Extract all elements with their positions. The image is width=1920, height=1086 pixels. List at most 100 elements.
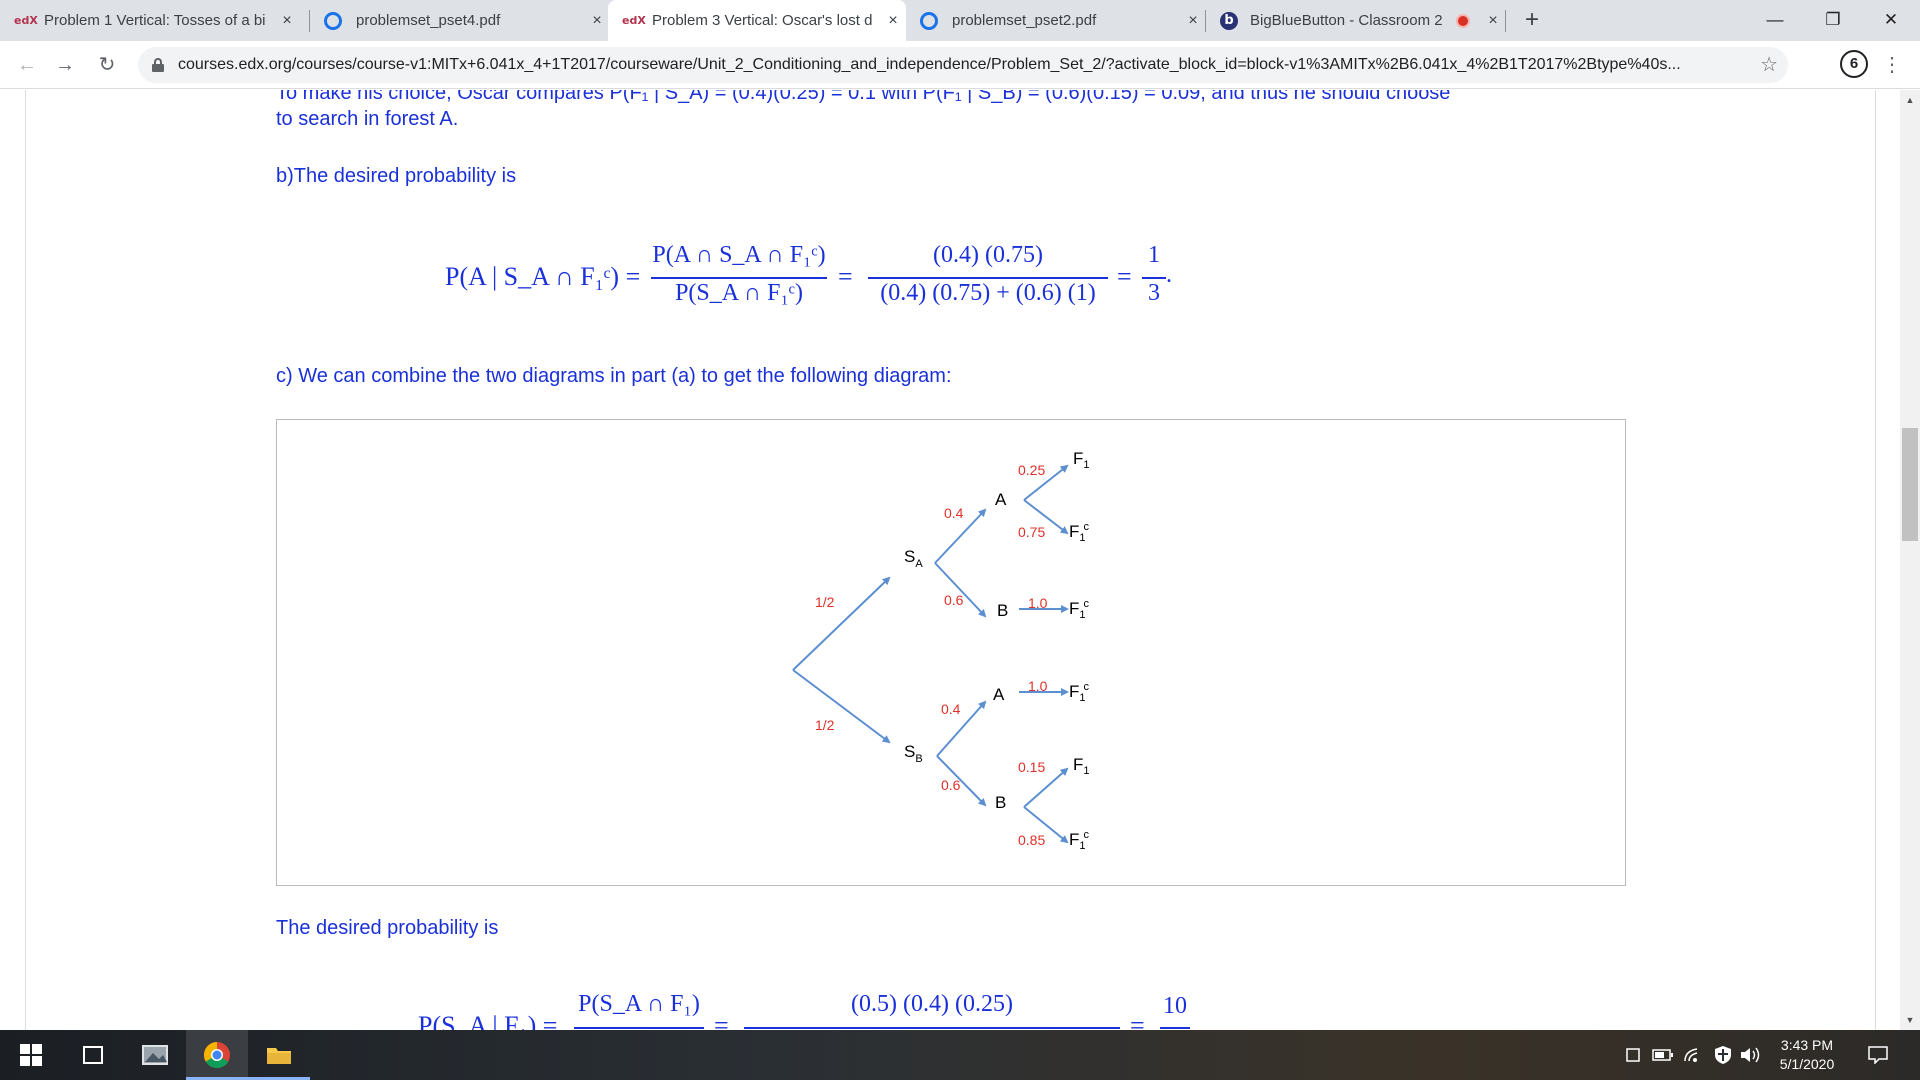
node-b1: B (997, 601, 1008, 620)
eq-b-equals: = (838, 262, 853, 291)
eq-c-equals: = (1130, 1011, 1145, 1030)
taskbar-file-explorer[interactable] (248, 1030, 310, 1080)
part-c-heading: c) We can combine the two diagrams in pa… (276, 365, 952, 387)
prob-sb-a: 0.4 (941, 701, 961, 717)
eq-c-lhs: P(S_A | F₁) = (418, 1011, 558, 1030)
extension-icon[interactable]: 6 (1840, 50, 1868, 78)
security-shield-icon[interactable] (1710, 1030, 1736, 1080)
prob-root-sb: 1/2 (815, 717, 835, 733)
tab-title: Problem 1 Vertical: Tosses of a bi (44, 12, 266, 29)
page-viewport: To make his choice, Oscar compares P(F₁ … (0, 90, 1900, 1030)
notifications-icon[interactable] (1858, 1030, 1898, 1080)
clock-date: 5/1/2020 (1779, 1056, 1835, 1072)
windows-taskbar: 3:43 PM 5/1/2020 (0, 1030, 1920, 1080)
prob-root-sa: 1/2 (815, 594, 835, 610)
fraction-bar (868, 277, 1108, 279)
eq-b-den2: (0.4) (0.75) + (0.6) (1) (880, 280, 1096, 306)
prob-sb-b: 0.6 (941, 777, 961, 793)
fraction-bar (574, 1027, 704, 1029)
leaf-f1: F1 (1073, 755, 1090, 777)
windows-logo-icon (20, 1044, 42, 1066)
tab-close-icon[interactable]: × (584, 12, 610, 30)
taskbar-app-pinned[interactable] (124, 1030, 186, 1080)
tab-pset2-pdf[interactable]: problemset_pset2.pdf × (906, 0, 1206, 41)
page-scrollbar[interactable] (1900, 90, 1920, 1030)
eq-b-num1: P(A ∩ S_A ∩ F₁ᶜ) (652, 242, 826, 268)
tray-window-icon[interactable] (1622, 1030, 1644, 1080)
eq-b-den3: 3 (1148, 280, 1160, 306)
branch-sa-b (934, 562, 987, 618)
eq-b-num2: (0.4) (0.75) (933, 242, 1043, 268)
minimize-button[interactable]: — (1746, 0, 1804, 41)
eq-b-equals: = (1117, 262, 1132, 291)
probability-tree-figure: 1/2 1/2 0.4 0.6 0.4 0.6 0.25 0.75 1.0 1.… (276, 419, 1626, 886)
address-bar[interactable]: courses.edx.org/courses/course-v1:MITx+6… (138, 47, 1788, 83)
fraction-bar (744, 1027, 1120, 1029)
tab-problem-3-active[interactable]: edX Problem 3 Vertical: Oscar's lost d × (608, 0, 906, 41)
probability-tree-diagram: 1/2 1/2 0.4 0.6 0.4 0.6 0.25 0.75 1.0 1.… (792, 449, 1090, 852)
folder-icon (267, 1048, 291, 1064)
wifi-icon[interactable] (1680, 1030, 1706, 1080)
eq-c-equals: = (714, 1011, 729, 1030)
leaf-f1c: F1c (1069, 598, 1090, 621)
url-text[interactable]: courses.edx.org/courses/course-v1:MITx+6… (178, 47, 1738, 83)
eq-c-num1: P(S_A ∩ F₁) (578, 991, 700, 1017)
bookmark-star-icon[interactable]: ☆ (1760, 47, 1778, 83)
content-border (25, 90, 26, 1030)
prob-sa-b: 0.6 (944, 592, 964, 608)
node-a2: A (993, 685, 1005, 704)
tab-problem-1[interactable]: edX Problem 1 Vertical: Tosses of a bi × (0, 0, 300, 41)
tab-bigbluebutton[interactable]: b BigBlueButton - Classroom 2 × (1206, 0, 1506, 41)
taskbar-chrome[interactable] (186, 1030, 248, 1080)
solution-text: to search in forest A. (276, 108, 459, 130)
leaf-f1c: F1c (1069, 521, 1090, 544)
branch-root-sb (792, 669, 891, 744)
tab-close-icon[interactable]: × (880, 12, 906, 30)
bigbluebutton-icon: b (1220, 11, 1238, 30)
browser-menu-icon[interactable]: ⋮ (1882, 49, 1902, 81)
task-view-button[interactable] (62, 1030, 124, 1080)
window-close-button[interactable]: ✕ (1862, 0, 1920, 41)
browser-toolbar: ← → ↻ courses.edx.org/courses/course-v1:… (0, 41, 1920, 89)
pdf-viewer-icon (920, 11, 938, 30)
prob-b2-f1: 0.15 (1018, 759, 1045, 775)
solution-text-cut: To make his choice, Oscar compares P(F₁ … (276, 90, 1451, 104)
lock-icon[interactable] (152, 58, 164, 72)
scrollbar-thumb[interactable] (1902, 428, 1918, 541)
recording-icon (1456, 13, 1470, 28)
eq-c-num2: (0.5) (0.4) (0.25) (851, 991, 1013, 1017)
taskbar-clock[interactable]: 3:43 PM 5/1/2020 (1762, 1036, 1852, 1074)
eq-b-den1: P(S_A ∩ F₁ᶜ) (675, 280, 803, 306)
new-tab-button[interactable]: + (1518, 6, 1546, 34)
battery-icon[interactable] (1650, 1030, 1676, 1080)
node-b2: B (995, 793, 1006, 812)
scroll-up-arrow-icon[interactable]: ▲ (1900, 92, 1920, 109)
leaf-f1: F1 (1073, 449, 1090, 471)
prob-a1-f1: 0.25 (1018, 462, 1045, 478)
branch-root-sa (792, 576, 891, 671)
leaf-f1c: F1c (1069, 681, 1090, 704)
tab-pset4-pdf[interactable]: problemset_pset4.pdf × (310, 0, 610, 41)
tab-close-icon[interactable]: × (1180, 12, 1206, 30)
fraction-bar (1142, 277, 1166, 279)
node-a1: A (995, 490, 1007, 509)
reload-button[interactable]: ↻ (92, 51, 122, 79)
tab-close-icon[interactable]: × (1480, 12, 1506, 30)
back-button[interactable]: ← (12, 51, 42, 79)
desired-probability-text: The desired probability is (276, 917, 499, 939)
scroll-down-arrow-icon[interactable]: ▼ (1900, 1012, 1920, 1029)
start-button[interactable] (0, 1030, 62, 1080)
prob-a1-f1c: 0.75 (1018, 524, 1045, 540)
forward-button[interactable]: → (50, 51, 80, 79)
eq-b-num3: 1 (1148, 242, 1160, 268)
task-view-icon (83, 1046, 103, 1064)
tab-title: problemset_pset4.pdf (356, 12, 501, 29)
tab-title: Problem 3 Vertical: Oscar's lost d (652, 12, 873, 29)
prob-a2-f1c: 1.0 (1028, 678, 1048, 694)
chrome-icon (203, 1041, 230, 1069)
fraction-bar (651, 277, 827, 279)
tab-title: problemset_pset2.pdf (952, 12, 1097, 29)
restore-button[interactable]: ❐ (1804, 0, 1862, 41)
volume-icon[interactable] (1738, 1030, 1764, 1080)
tab-close-icon[interactable]: × (274, 12, 300, 30)
